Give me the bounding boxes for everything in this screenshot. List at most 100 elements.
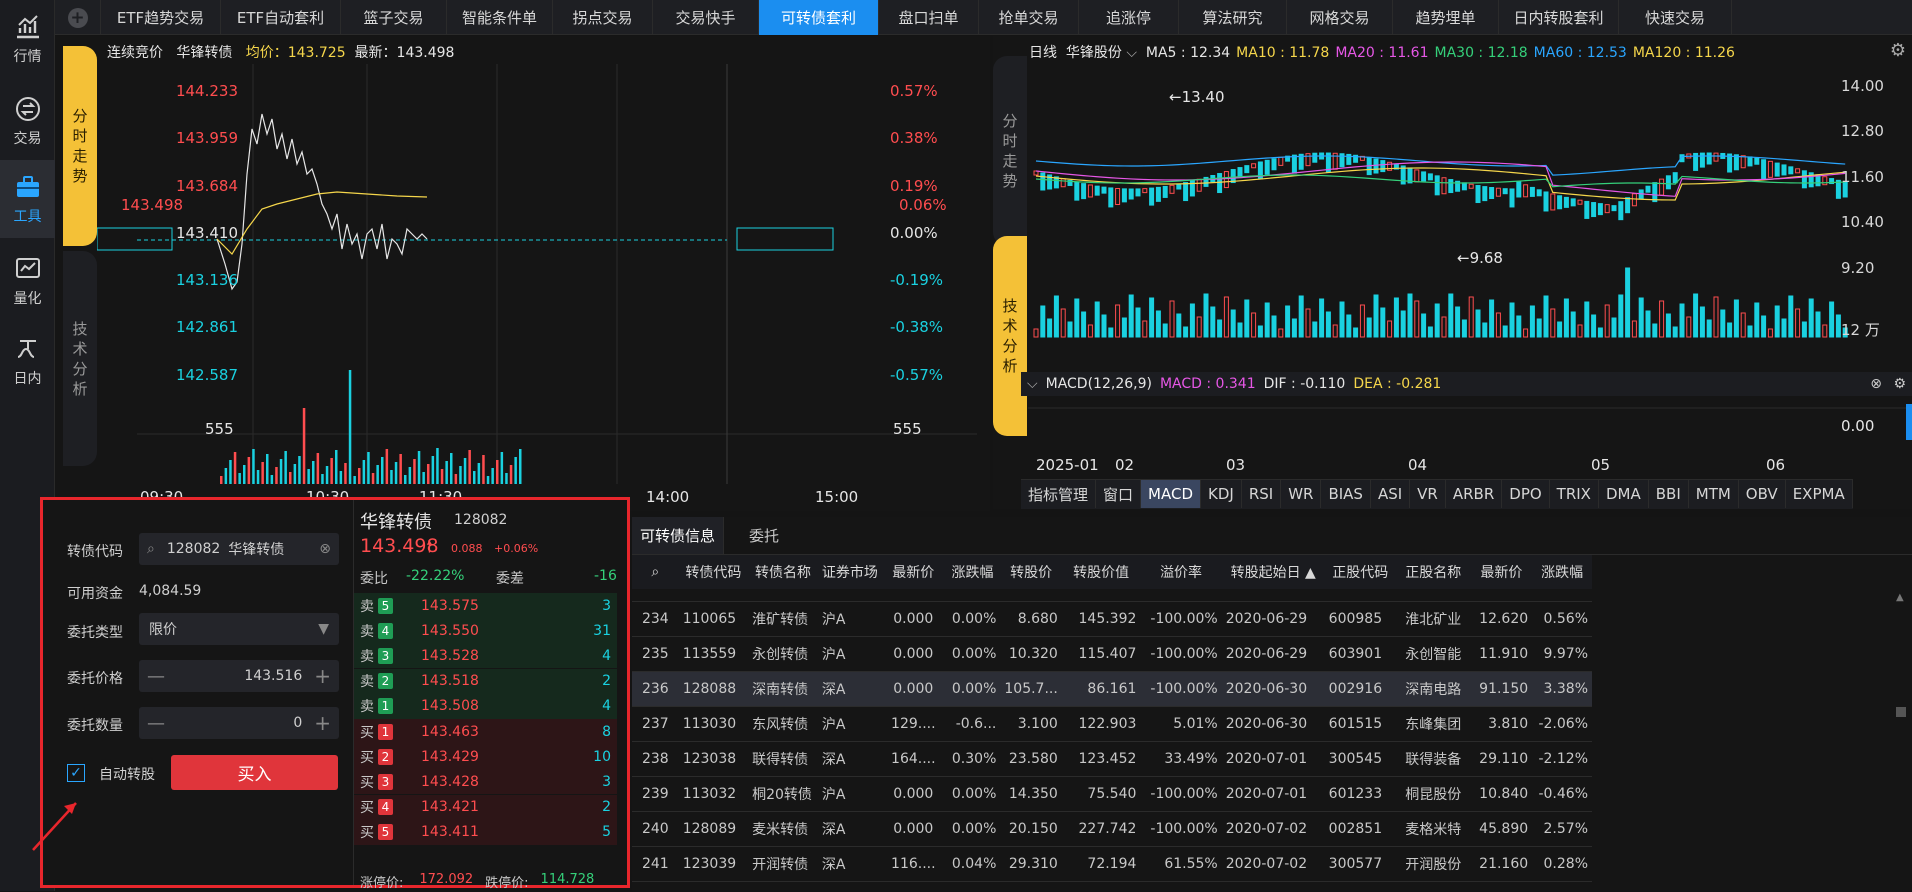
table-row[interactable]: 238123038联得转债深A164....0.30%23.580123.452… [632,741,1592,776]
bid-level[interactable]: 买4143.4212 [354,795,617,820]
ask-level[interactable]: 卖3143.5284 [354,643,617,668]
table-row[interactable]: 241123039开润转债深A116....0.04%29.31072.1946… [632,846,1592,881]
tab-14[interactable]: 快速交易 [1619,0,1732,35]
stock-name[interactable]: 华锋股份 [1066,45,1122,61]
column-header[interactable]: 证券市场 [818,555,882,589]
bid-level[interactable]: 买2143.42910 [354,744,617,769]
indicator-tab-1[interactable]: 窗口 [1096,480,1141,508]
tab-10[interactable]: 算法研究 [1179,0,1287,35]
indicator-tab-12[interactable]: DMA [1599,480,1649,508]
side-tab-intraday-right[interactable]: 分时走势 [993,56,1027,246]
scroll-thumb[interactable] [1896,707,1906,717]
qty-stepper[interactable]: — 0 + [139,707,339,739]
column-header[interactable]: 涨跌幅 [1532,555,1592,589]
scroll-up-icon[interactable]: ▲ [1896,592,1904,603]
tab-7[interactable]: 盘口扫单 [879,0,979,35]
side-tab-technical[interactable]: 技术分析 [63,251,97,466]
bid-level[interactable]: 买1143.4638 [354,719,617,744]
gear-icon[interactable]: ⚙ [1893,376,1906,392]
plus-icon[interactable]: + [314,664,331,688]
nav-item-quant[interactable]: 量化 [0,242,55,320]
side-tab-intraday[interactable]: 分时走势 [63,46,97,246]
column-header[interactable]: 转股价 [1000,555,1061,589]
tab-13[interactable]: 日内转股套利 [1499,0,1619,35]
tab-bond-info[interactable]: 可转债信息 [632,517,724,554]
bid-level[interactable]: 买5143.4115 [354,820,617,845]
indicator-tab-16[interactable]: EXPMA [1786,480,1853,508]
indicator-tab-6[interactable]: BIAS [1321,480,1371,508]
indicator-tab-9[interactable]: ARBR [1446,480,1502,508]
indicator-tab-8[interactable]: VR [1410,480,1446,508]
tab-1[interactable]: ETF自动套利 [221,0,341,35]
nav-item-trade[interactable]: 交易 [0,82,55,160]
clear-icon[interactable]: ⊗ [319,541,331,557]
gear-icon[interactable]: ⚙ [1890,40,1906,61]
tab-11[interactable]: 网格交易 [1287,0,1393,35]
indicator-tab-3[interactable]: KDJ [1201,480,1242,508]
tab-5[interactable]: 交易快手 [653,0,759,35]
close-icon[interactable]: ⊗ [1870,376,1882,392]
nav-item-tools[interactable]: 工具 [0,160,55,238]
table-row[interactable]: 235113559永创转债沪A0.0000.00%10.320115.407-1… [632,636,1592,671]
table-row[interactable]: 237113030东风转债沪A129....-0.6...3.100122.90… [632,706,1592,741]
column-header[interactable]: 最新价 [1471,555,1533,589]
table-row[interactable] [632,589,1592,601]
indicator-tab-5[interactable]: WR [1281,480,1321,508]
chevron-down-icon[interactable]: ⌵ [1126,45,1137,61]
ask-level[interactable]: 卖2143.5182 [354,669,617,694]
table-scrollbar[interactable]: ▲ [1896,592,1906,892]
tab-2[interactable]: 篮子交易 [341,0,447,35]
period-label[interactable]: 日线 [1029,45,1057,61]
column-header[interactable]: 正股名称 [1396,555,1471,589]
column-header[interactable]: 转债名称 [748,555,818,589]
column-header[interactable]: 正股代码 [1325,555,1396,589]
indicator-tab-10[interactable]: DPO [1502,480,1549,508]
tab-8[interactable]: 抢单交易 [979,0,1079,35]
collapse-chevron-icon[interactable]: ⌵ [1027,376,1038,392]
indicator-tab-14[interactable]: MTM [1689,480,1739,508]
side-tab-technical-right[interactable]: 技术分析 [993,236,1027,436]
minus-icon[interactable]: — [147,713,165,734]
plus-icon[interactable]: + [314,711,331,735]
indicator-tab-7[interactable]: ASI [1371,480,1410,508]
indicator-tab-0[interactable]: 指标管理 [1021,480,1096,508]
search-icon[interactable]: ⌕ [632,555,679,589]
code-input[interactable]: ⌕ 128082 华锋转债 ⊗ [139,533,339,565]
ask-level[interactable]: 卖5143.5753 [354,593,617,618]
table-row[interactable]: 234110065淮矿转债沪A0.0000.00%8.680145.392-10… [632,601,1592,636]
nav-item-intraday[interactable]: 日内 [0,322,55,400]
indicator-tab-4[interactable]: RSI [1242,480,1281,508]
column-header[interactable]: 转股价值 [1062,555,1141,589]
tab-3[interactable]: 智能条件单 [447,0,553,35]
table-row[interactable]: 240128089麦米转债深A0.0000.00%20.150227.742-1… [632,811,1592,846]
minus-icon[interactable]: — [147,666,165,687]
column-header[interactable]: 溢价率 [1140,555,1221,589]
indicator-tab-11[interactable]: TRIX [1550,480,1599,508]
column-header[interactable]: 转股起始日 ▲ [1222,555,1325,589]
tab-6[interactable]: 可转债套利 [759,0,879,35]
tab-0[interactable]: ETF趋势交易 [101,0,221,35]
order-type-select[interactable]: 限价 ▼ [139,613,339,645]
column-header[interactable]: 转债代码 [679,555,748,589]
indicator-tab-15[interactable]: OBV [1739,480,1786,508]
indicator-tab-2[interactable]: MACD [1141,480,1201,508]
tab-4[interactable]: 拐点交易 [553,0,653,35]
ask-level[interactable]: 卖4143.55031 [354,618,617,643]
column-header[interactable]: 最新价 [882,555,945,589]
table-row[interactable]: 236128088深南转债深A0.0000.00%105.7...86.161-… [632,671,1592,706]
buy-button[interactable]: 买入 [171,755,338,790]
tab-12[interactable]: 趋势埋单 [1393,0,1499,35]
tab-9[interactable]: 追涨停 [1079,0,1179,35]
scroll-marker[interactable] [1906,404,1912,440]
tab-orders[interactable]: 委托 [724,517,804,554]
add-tab-button[interactable]: + [55,0,101,35]
bid-level[interactable]: 买3143.4283 [354,769,617,794]
price-stepper[interactable]: — 143.516 + [139,660,339,692]
table-row[interactable]: 239113032桐20转债沪A0.0000.00%14.35075.540-1… [632,776,1592,811]
indicator-tab-13[interactable]: BBI [1649,480,1689,508]
ask-level[interactable]: 卖1143.5084 [354,694,617,719]
nav-item-market[interactable]: 行情 [0,0,55,78]
auto-convert-checkbox[interactable]: ✓ [67,764,85,782]
column-header[interactable]: 涨跌幅 [945,555,1001,589]
table-cell: 东峰集团 [1396,706,1471,741]
